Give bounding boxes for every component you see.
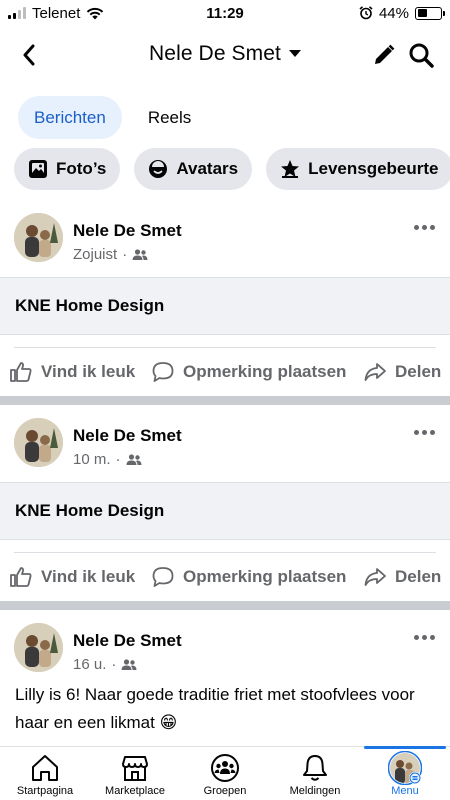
post-2: Nele De Smet 10 m. · KNE Home Design Vind… bbox=[0, 405, 450, 601]
post-separator bbox=[0, 601, 450, 610]
groups-icon bbox=[211, 754, 239, 782]
post-time[interactable]: 10 m. bbox=[73, 451, 111, 468]
post-author[interactable]: Nele De Smet bbox=[73, 426, 182, 446]
search-button[interactable] bbox=[406, 40, 436, 70]
life-event-icon bbox=[281, 160, 300, 178]
post-meta: Zojuist · bbox=[73, 246, 148, 263]
chip-life-events[interactable]: Levensgebeurte bbox=[266, 148, 450, 190]
battery-percent: 44% bbox=[378, 4, 409, 22]
alarm-icon bbox=[359, 6, 373, 20]
post-meta: 10 m. · bbox=[73, 451, 142, 468]
avatar[interactable] bbox=[14, 213, 63, 262]
comment-button[interactable]: Opmerking plaatsen bbox=[151, 565, 346, 589]
pencil-icon bbox=[375, 44, 395, 64]
post-3: Nele De Smet 16 u. · Lilly is 6! Naar goe… bbox=[0, 610, 450, 746]
nav-label: Marketplace bbox=[105, 785, 165, 797]
friends-icon bbox=[126, 453, 142, 465]
nav-notifications[interactable]: Meldingen bbox=[270, 747, 360, 800]
comment-button[interactable]: Opmerking plaatsen bbox=[151, 360, 346, 384]
comment-icon bbox=[152, 567, 174, 587]
comment-label: Opmerking plaatsen bbox=[183, 362, 347, 381]
nav-marketplace[interactable]: Marketplace bbox=[90, 747, 180, 800]
link-preview[interactable]: KNE Home Design bbox=[0, 277, 450, 335]
friends-icon bbox=[121, 658, 137, 670]
post-time[interactable]: 16 u. bbox=[73, 656, 106, 673]
more-options-icon[interactable] bbox=[412, 425, 436, 439]
tab-berichten[interactable]: Berichten bbox=[18, 96, 122, 139]
page-title: Nele De Smet bbox=[149, 42, 281, 65]
post-author[interactable]: Nele De Smet bbox=[73, 631, 182, 651]
chip-label: Avatars bbox=[176, 159, 239, 178]
post-1: Nele De Smet Zojuist · KNE Home Design Vi… bbox=[0, 200, 450, 396]
nav-label: Menu bbox=[391, 785, 419, 797]
nav-home[interactable]: Startpagina bbox=[0, 747, 90, 800]
post-time[interactable]: Zojuist bbox=[73, 246, 117, 263]
like-button[interactable]: Vind ik leuk bbox=[9, 360, 135, 384]
comment-label: Opmerking plaatsen bbox=[183, 567, 347, 586]
bottom-nav: Startpagina Marketplace Groepen Meldinge… bbox=[0, 746, 450, 800]
post-separator bbox=[0, 396, 450, 405]
tab-reels[interactable]: Reels bbox=[132, 96, 207, 139]
more-options-icon[interactable] bbox=[412, 220, 436, 234]
nav-label: Meldingen bbox=[289, 785, 341, 797]
thumbs-up-icon bbox=[10, 362, 32, 382]
divider bbox=[14, 347, 436, 348]
link-preview[interactable]: KNE Home Design bbox=[0, 482, 450, 540]
nav-menu[interactable]: Menu bbox=[360, 747, 450, 800]
caret-down-icon bbox=[288, 50, 301, 57]
avatar[interactable] bbox=[14, 418, 63, 467]
like-label: Vind ik leuk bbox=[41, 362, 136, 381]
like-label: Vind ik leuk bbox=[41, 567, 136, 586]
divider bbox=[14, 552, 436, 553]
like-button[interactable]: Vind ik leuk bbox=[9, 565, 135, 589]
bell-icon bbox=[303, 755, 327, 781]
menu-avatar-icon bbox=[388, 751, 422, 785]
chip-label: Levensgebeurte bbox=[308, 159, 439, 178]
search-icon bbox=[409, 43, 434, 68]
avatar-icon bbox=[149, 160, 168, 178]
avatar[interactable] bbox=[14, 623, 63, 672]
status-bar: Telenet 11:29 44% bbox=[0, 0, 450, 26]
profile-chips: Foto’s Avatars Levensgebeurte bbox=[14, 148, 450, 190]
post-author[interactable]: Nele De Smet bbox=[73, 221, 182, 241]
photos-icon bbox=[29, 160, 47, 178]
share-button[interactable]: Delen bbox=[363, 360, 441, 384]
share-label: Delen bbox=[395, 362, 442, 381]
nav-label: Groepen bbox=[203, 785, 247, 797]
profile-tabs: Berichten Reels bbox=[18, 96, 207, 139]
post-meta: 16 u. · bbox=[73, 656, 137, 673]
share-button[interactable]: Delen bbox=[363, 565, 441, 589]
post-text: Lilly is 6! Naar goede traditie friet me… bbox=[15, 685, 415, 732]
thumbs-up-icon bbox=[10, 567, 32, 587]
share-label: Delen bbox=[395, 567, 442, 586]
carrier-label: Telenet bbox=[32, 4, 81, 22]
profile-header: Nele De Smet bbox=[0, 30, 450, 80]
share-icon bbox=[364, 363, 386, 381]
wifi-icon bbox=[87, 7, 104, 19]
marketplace-icon bbox=[122, 756, 148, 781]
chip-photos[interactable]: Foto’s bbox=[14, 148, 121, 190]
chip-avatars[interactable]: Avatars bbox=[134, 148, 253, 190]
signal-icon bbox=[8, 7, 26, 19]
friends-icon bbox=[132, 248, 148, 260]
nav-groups[interactable]: Groepen bbox=[180, 747, 270, 800]
share-icon bbox=[364, 568, 386, 586]
edit-button[interactable] bbox=[369, 40, 399, 70]
more-options-icon[interactable] bbox=[412, 630, 436, 644]
battery-icon bbox=[415, 6, 445, 20]
chip-label: Foto’s bbox=[56, 159, 107, 178]
comment-icon bbox=[152, 362, 174, 382]
home-icon bbox=[32, 755, 58, 781]
nav-label: Startpagina bbox=[16, 785, 74, 797]
